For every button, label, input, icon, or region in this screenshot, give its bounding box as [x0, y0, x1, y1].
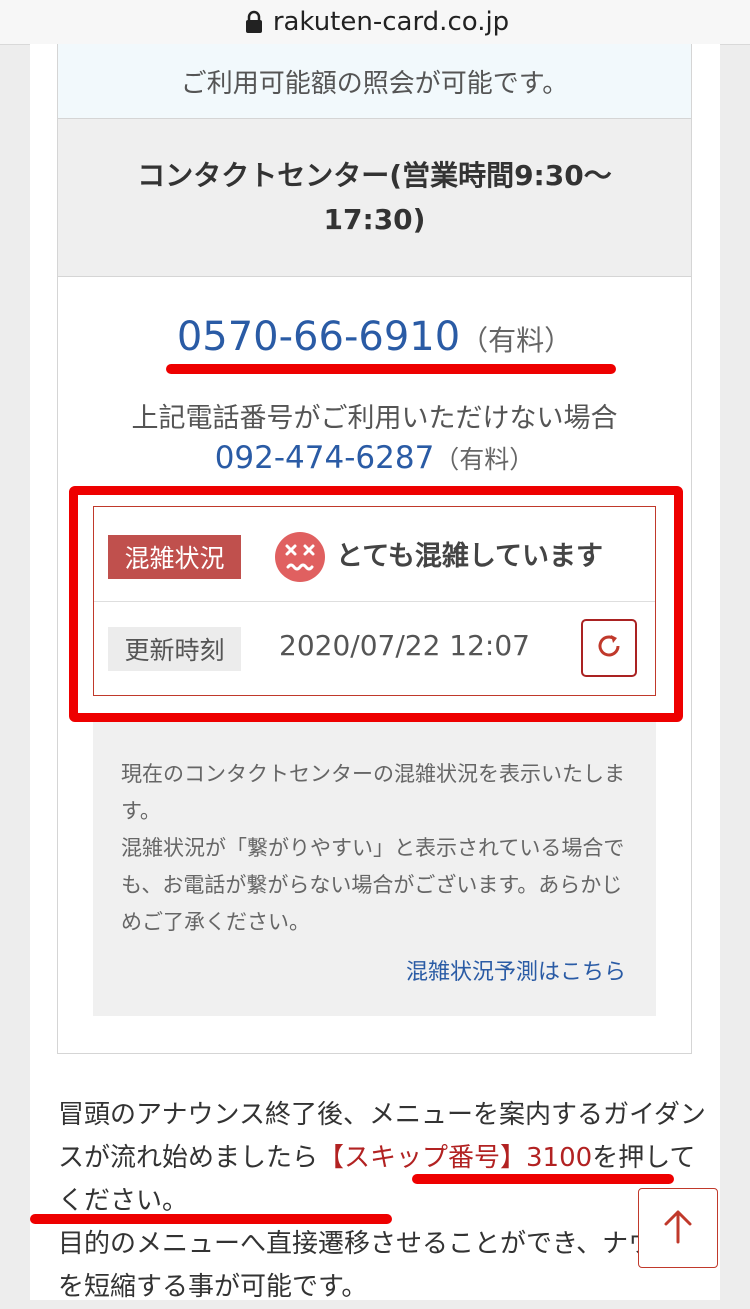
updated-label: 更新時刻 — [108, 627, 241, 671]
refresh-button[interactable] — [581, 619, 637, 677]
contact-center-title-text: コンタクトセンター(営業時間9:30〜17:30) — [137, 158, 612, 236]
annotation-underline-3 — [30, 1214, 392, 1224]
page-content: ご利用可能額の照会が可能です。 コンタクトセンター(営業時間9:30〜17:30… — [30, 44, 720, 1302]
skip-number: 【スキップ番号】3100 — [318, 1143, 593, 1173]
congestion-label: 混雑状況 — [108, 535, 241, 579]
main-phone: 0570-66-6910（有料） — [58, 314, 691, 360]
alt-phone: 092-474-6287（有料） — [58, 440, 691, 476]
note-box: 現在のコンタクトセンターの混雑状況を表示いたします。 混雑状況が「繋がりやすい」… — [93, 722, 656, 1016]
note-text-2: 混雑状況が「繋がりやすい」と表示されている場合でも、お電話が繋がらない場合がござ… — [121, 836, 625, 934]
alt-phone-fee: （有料） — [434, 445, 535, 474]
forecast-link[interactable]: 混雑状況予測はこちら — [406, 954, 626, 986]
instruction-text-2: 目的のメニューへ直接遷移させることができ、ナウンスを短縮する事が可能です。 — [58, 1229, 706, 1302]
updated-row: 更新時刻 2020/07/22 12:07 — [94, 602, 655, 696]
instructions: 冒頭のアナウンス終了後、メニューを案内するガイダンスが流れ始めましたら【スキップ… — [58, 1094, 708, 1309]
note-text-1: 現在のコンタクトセンターの混雑状況を表示いたします。 — [121, 762, 625, 823]
alt-phone-link[interactable]: 092-474-6287 — [215, 440, 435, 476]
main-phone-link[interactable]: 0570-66-6910 — [177, 314, 460, 360]
main-phone-fee: （有料） — [460, 324, 573, 357]
url-text: rakuten-card.co.jp — [272, 7, 510, 37]
annotation-underline-2 — [412, 1174, 674, 1184]
congestion-row: 混雑状況 とても混雑しています — [94, 507, 655, 602]
lock-icon — [241, 9, 267, 35]
dizzy-face-icon — [274, 531, 326, 583]
congestion-status-table: 混雑状況 とても混雑しています 更新時刻 2020/07/22 12:07 — [93, 506, 656, 696]
annotation-underline — [166, 364, 616, 374]
scroll-top-button[interactable] — [638, 1188, 718, 1268]
url-bar[interactable]: rakuten-card.co.jp — [0, 0, 750, 45]
contact-center-title: コンタクトセンター(営業時間9:30〜17:30) — [58, 119, 691, 277]
updated-time: 2020/07/22 12:07 — [279, 629, 530, 662]
alt-phone-label: 上記電話番号がご利用いただけない場合 — [131, 403, 618, 434]
info-row: ご利用可能額の照会が可能です。 — [58, 44, 691, 119]
arrow-up-icon — [658, 1206, 698, 1250]
congestion-value: とても混雑しています — [336, 541, 604, 572]
refresh-icon — [594, 631, 624, 665]
